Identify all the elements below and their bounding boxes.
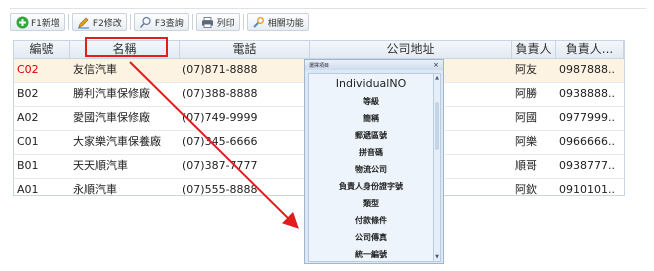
cell-manager: 阿樂 bbox=[515, 135, 537, 148]
scrollbar-thumb[interactable] bbox=[435, 102, 439, 150]
cell-manager-phone: 0938777.. bbox=[559, 159, 615, 172]
cell-phone: (07)749-9999 bbox=[182, 111, 258, 124]
cell-name: 友信汽車 bbox=[73, 63, 117, 76]
cell-name: 天天順汽車 bbox=[73, 159, 128, 172]
scroll-down-icon[interactable]: ▼ bbox=[434, 254, 440, 260]
column-header-phone[interactable]: 電話 bbox=[180, 41, 310, 58]
list-item[interactable]: 公司傳真 bbox=[309, 229, 433, 246]
tools-button[interactable]: 相關功能 bbox=[246, 13, 309, 31]
cell-manager: 阿欽 bbox=[515, 183, 537, 196]
scroll-up-icon[interactable]: ▲ bbox=[434, 75, 440, 81]
cell-code: A02 bbox=[17, 111, 39, 124]
toolbar-separator bbox=[191, 14, 193, 30]
cell-manager: 阿友 bbox=[515, 63, 537, 76]
add-button[interactable]: F1新增 bbox=[10, 13, 65, 31]
column-header-code[interactable]: 編號 bbox=[14, 41, 70, 58]
field-list: IndividualNO 等級 簡稱 郵遞區號 拼音碼 物流公司 負責人身份證字… bbox=[308, 73, 434, 262]
search-button-label: F3查詢 bbox=[154, 18, 184, 29]
cell-name: 大家樂汽車保養廠 bbox=[73, 135, 161, 148]
list-item[interactable]: 物流公司 bbox=[309, 161, 433, 178]
cell-code: A01 bbox=[17, 183, 39, 196]
toolbar-separator bbox=[67, 14, 69, 30]
cell-manager-phone: 0966666.. bbox=[559, 135, 615, 148]
list-item[interactable]: 郵遞區號 bbox=[309, 127, 433, 144]
cell-name: 愛國汽車保修廠 bbox=[73, 111, 150, 124]
cell-manager: 阿國 bbox=[515, 111, 537, 124]
cell-name: 勝利汽車保修廠 bbox=[73, 87, 150, 100]
popup-titlebar: 選擇項目 × bbox=[305, 60, 443, 70]
cell-phone: (07)871-8888 bbox=[182, 63, 258, 76]
cell-manager-phone: 0910101.. bbox=[559, 183, 615, 196]
list-item[interactable]: 等級 bbox=[309, 93, 433, 110]
popup-title: 選擇項目 bbox=[309, 62, 330, 69]
cell-manager-phone: 0987888.. bbox=[559, 63, 615, 76]
print-button[interactable]: 列印 bbox=[195, 13, 240, 31]
list-item[interactable]: 統一編號 bbox=[309, 246, 433, 263]
column-header-manager[interactable]: 負責人 bbox=[512, 41, 556, 58]
tools-button-label: 相關功能 bbox=[267, 18, 304, 29]
column-header-manager-phone[interactable]: 負責人... bbox=[556, 41, 624, 58]
highlight-box bbox=[85, 37, 168, 57]
field-picker-popup: 選擇項目 × IndividualNO 等級 簡稱 郵遞區號 拼音碼 物流公司 … bbox=[304, 59, 444, 264]
print-button-label: 列印 bbox=[216, 18, 235, 29]
list-item[interactable]: 類型 bbox=[309, 195, 433, 212]
cell-manager: 順哥 bbox=[515, 159, 537, 172]
list-item[interactable]: IndividualNO bbox=[309, 74, 433, 93]
popup-scrollbar[interactable]: ▲ ▼ bbox=[433, 73, 441, 262]
add-button-label: F1新增 bbox=[31, 18, 60, 29]
list-item[interactable]: 負責人身份證字號 bbox=[309, 178, 433, 195]
cell-phone: (07)555-8888 bbox=[182, 183, 258, 196]
tools-icon bbox=[252, 15, 266, 29]
list-item[interactable]: 簡稱 bbox=[309, 110, 433, 127]
search-button[interactable]: F3查詢 bbox=[133, 13, 189, 31]
cell-code: C02 bbox=[17, 63, 39, 76]
column-header-address[interactable]: 公司地址 bbox=[310, 41, 512, 58]
cell-code: C01 bbox=[17, 135, 39, 148]
toolbar-separator bbox=[242, 14, 244, 30]
cell-phone: (07)345-6666 bbox=[182, 135, 258, 148]
top-divider bbox=[10, 8, 646, 9]
edit-button[interactable]: F2修改 bbox=[71, 13, 127, 31]
toolbar: F1新增 F2修改 F3查詢 列印 相關功能 bbox=[10, 12, 309, 32]
cell-manager-phone: 0977999.. bbox=[559, 111, 615, 124]
search-icon bbox=[139, 15, 153, 29]
cell-phone: (07)388-8888 bbox=[182, 87, 258, 100]
edit-button-label: F2修改 bbox=[92, 18, 122, 29]
toolbar-separator bbox=[129, 14, 131, 30]
add-icon bbox=[15, 15, 29, 29]
print-icon bbox=[201, 15, 215, 29]
cell-manager: 阿勝 bbox=[515, 87, 537, 100]
cell-manager-phone: 0938888.. bbox=[559, 87, 615, 100]
list-item[interactable]: 拼音碼 bbox=[309, 144, 433, 161]
cell-name: 永順汽車 bbox=[73, 183, 117, 196]
list-item[interactable]: 付款條件 bbox=[309, 212, 433, 229]
cell-code: B02 bbox=[17, 87, 39, 100]
close-icon[interactable]: × bbox=[433, 61, 439, 69]
cell-code: B01 bbox=[17, 159, 39, 172]
edit-icon bbox=[77, 15, 91, 29]
cell-phone: (07)387-7777 bbox=[182, 159, 258, 172]
